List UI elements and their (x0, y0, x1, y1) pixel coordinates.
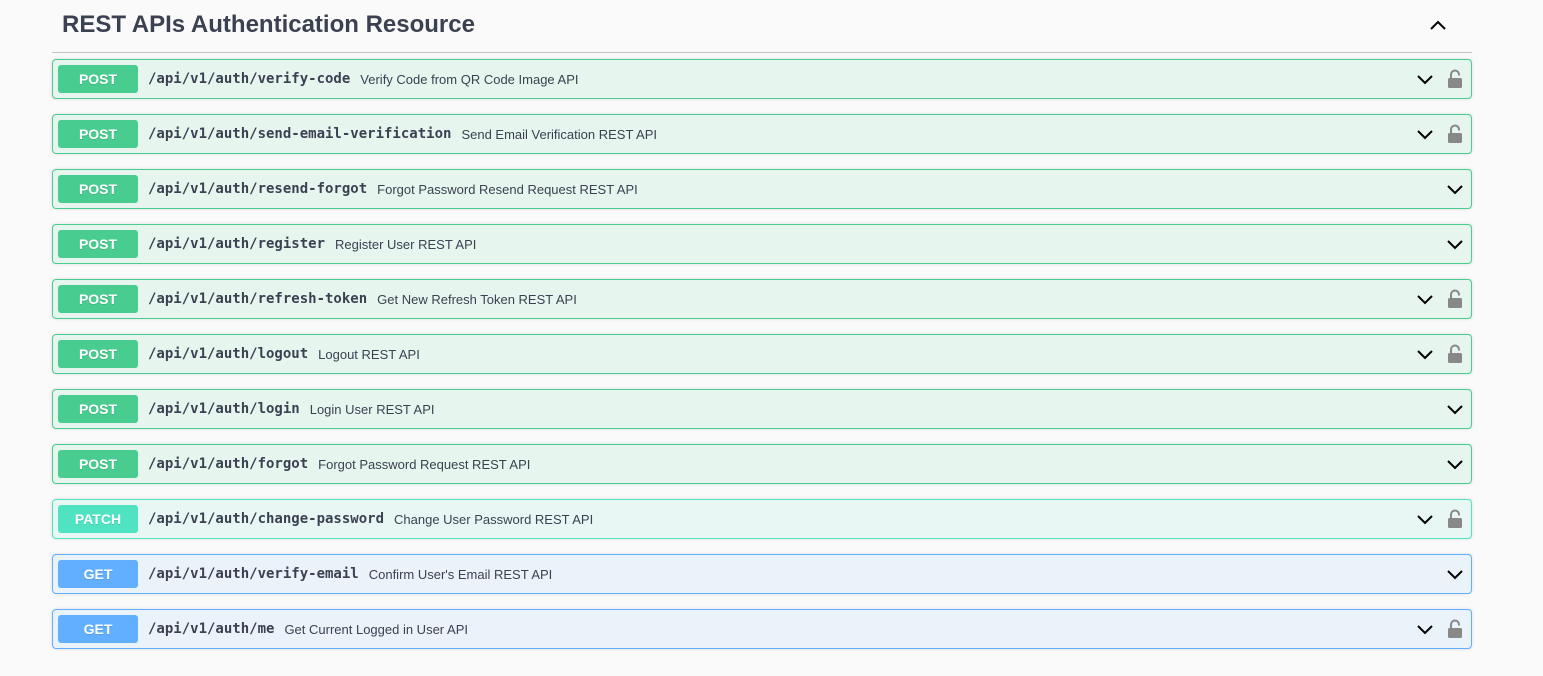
operation-summary: Get Current Logged in User API (284, 621, 468, 637)
method-badge: POST (58, 65, 138, 93)
operation-post-forgot[interactable]: POST/api/v1/auth/forgot Forgot Password R… (52, 444, 1472, 484)
operation-path: /api/v1/auth/logout (148, 346, 309, 362)
operation-post-resend-forgot[interactable]: POST/api/v1/auth/resend-forgot Forgot Pas… (52, 169, 1472, 209)
chevron-down-icon[interactable] (1415, 509, 1435, 529)
operation-post-send-email-verification[interactable]: POST/api/v1/auth/send-email-verification… (52, 114, 1472, 154)
operation-summary: Forgot Password Resend Request REST API (377, 181, 638, 197)
operation-summary: Get New Refresh Token REST API (377, 291, 577, 307)
operation-summary: Logout REST API (318, 346, 420, 362)
operation-path: /api/v1/auth/forgot (148, 456, 309, 472)
operation-controls (1445, 170, 1466, 208)
operation-summary: Change User Password REST API (394, 511, 594, 527)
operation-path: /api/v1/auth/register (148, 236, 326, 252)
operation-path: /api/v1/auth/verify-code (148, 71, 351, 87)
operation-controls (1445, 555, 1466, 593)
method-badge: PATCH (58, 505, 138, 533)
lock-icon[interactable] (1445, 289, 1465, 309)
chevron-down-icon[interactable] (1415, 289, 1435, 309)
operation-controls (1445, 390, 1466, 428)
chevron-down-icon[interactable] (1445, 564, 1465, 584)
chevron-down-icon[interactable] (1445, 454, 1465, 474)
operation-path: /api/v1/auth/send-email-verification (148, 126, 452, 142)
chevron-down-icon[interactable] (1415, 344, 1435, 364)
operation-path: /api/v1/auth/refresh-token (148, 291, 368, 307)
operation-summary: Verify Code from QR Code Image API (360, 71, 579, 87)
operation-get-verify-email[interactable]: GET/api/v1/auth/verify-email Confirm User… (52, 554, 1472, 594)
api-section: REST APIs Authentication Resource POST/a… (52, 0, 1472, 649)
method-badge: GET (58, 615, 138, 643)
operation-summary: Register User REST API (335, 236, 477, 252)
operation-summary: Login User REST API (309, 401, 435, 417)
method-badge: POST (58, 120, 138, 148)
chevron-down-icon[interactable] (1445, 234, 1465, 254)
operation-post-login[interactable]: POST/api/v1/auth/login Login User REST AP… (52, 389, 1472, 429)
method-badge: POST (58, 340, 138, 368)
operation-controls (1415, 60, 1465, 98)
chevron-down-icon[interactable] (1415, 124, 1435, 144)
operation-post-refresh-token[interactable]: POST/api/v1/auth/refresh-token Get New Re… (52, 279, 1472, 319)
operation-controls (1415, 280, 1465, 318)
method-badge: POST (58, 450, 138, 478)
method-badge: POST (58, 285, 138, 313)
operation-controls (1415, 610, 1465, 648)
operation-path: /api/v1/auth/resend-forgot (148, 181, 368, 197)
chevron-down-icon[interactable] (1445, 179, 1465, 199)
operation-patch-change-password[interactable]: PATCH/api/v1/auth/change-password Change … (52, 499, 1472, 539)
operation-path: /api/v1/auth/me (148, 621, 275, 637)
operation-path: /api/v1/auth/verify-email (148, 566, 359, 582)
operation-controls (1415, 115, 1465, 153)
chevron-up-icon[interactable] (1426, 14, 1450, 38)
operation-post-register[interactable]: POST/api/v1/auth/register Register User R… (52, 224, 1472, 264)
operation-path: /api/v1/auth/change-password (148, 511, 385, 527)
operation-controls (1445, 225, 1466, 263)
lock-icon[interactable] (1445, 509, 1465, 529)
operation-post-logout[interactable]: POST/api/v1/auth/logout Logout REST API (52, 334, 1472, 374)
method-badge: POST (58, 175, 138, 203)
operation-controls (1415, 335, 1465, 373)
lock-icon[interactable] (1445, 619, 1465, 639)
operation-controls (1445, 445, 1466, 483)
chevron-down-icon[interactable] (1415, 69, 1435, 89)
operation-get-me[interactable]: GET/api/v1/auth/me Get Current Logged in … (52, 609, 1472, 649)
lock-icon[interactable] (1445, 344, 1465, 364)
operation-summary: Send Email Verification REST API (461, 126, 658, 142)
operation-summary: Confirm User's Email REST API (368, 566, 553, 582)
operation-summary: Forgot Password Request REST API (318, 456, 531, 472)
section-title: REST APIs Authentication Resource (62, 11, 475, 38)
method-badge: GET (58, 560, 138, 588)
operation-controls (1415, 500, 1465, 538)
operations-list: POST/api/v1/auth/verify-code Verify Code … (52, 59, 1472, 664)
operation-path: /api/v1/auth/login (148, 401, 300, 417)
operation-post-verify-code[interactable]: POST/api/v1/auth/verify-code Verify Code … (52, 59, 1472, 99)
lock-icon[interactable] (1445, 69, 1465, 89)
chevron-down-icon[interactable] (1415, 619, 1435, 639)
method-badge: POST (58, 395, 138, 423)
lock-icon[interactable] (1445, 124, 1465, 144)
section-header[interactable]: REST APIs Authentication Resource (52, 0, 1472, 53)
chevron-down-icon[interactable] (1445, 399, 1465, 419)
method-badge: POST (58, 230, 138, 258)
